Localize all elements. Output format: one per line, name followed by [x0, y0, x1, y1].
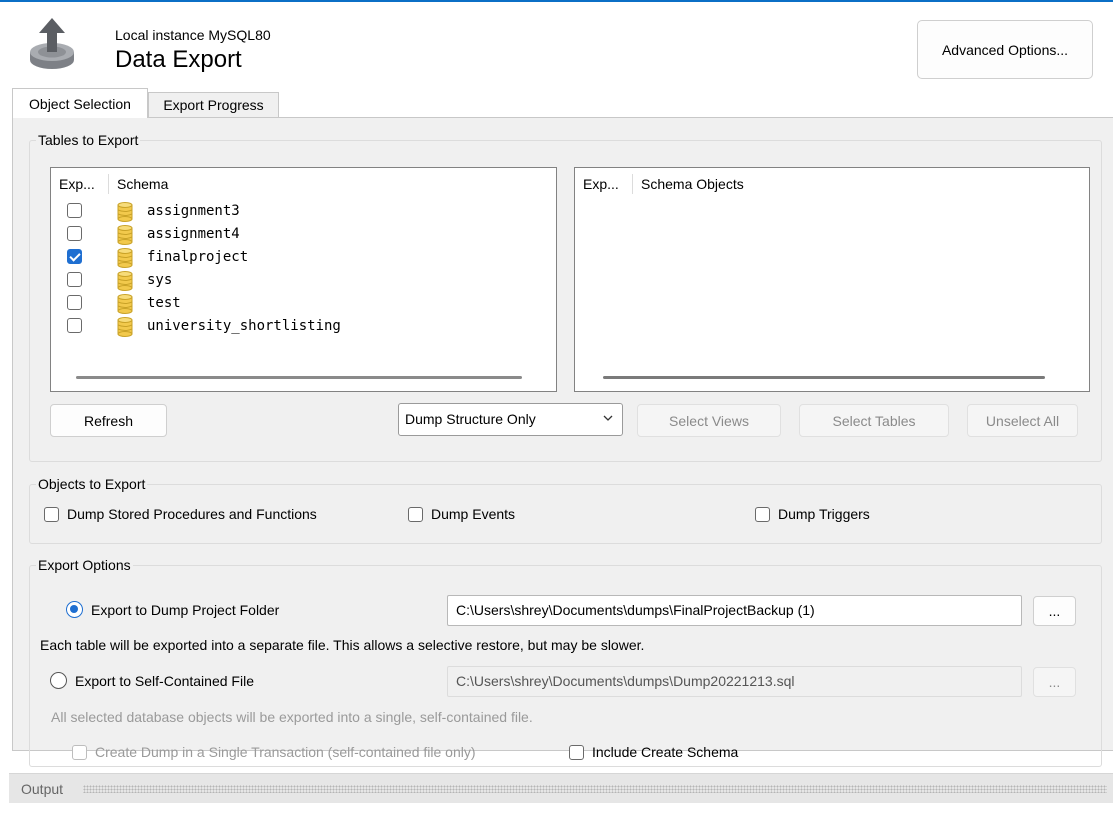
export-options-legend: Export Options	[38, 557, 131, 573]
select-tables-button[interactable]: Select Tables	[799, 404, 949, 437]
dump-mode-select[interactable]: Dump Structure Only	[398, 403, 623, 436]
page-title: Data Export	[115, 46, 242, 73]
dump-events-checkbox[interactable]	[408, 506, 423, 522]
dump-procedures-option[interactable]: Dump Stored Procedures and Functions	[44, 506, 317, 522]
single-transaction-label: Create Dump in a Single Transaction (sel…	[95, 744, 476, 760]
dump-events-label: Dump Events	[431, 506, 516, 522]
column-separator	[632, 174, 633, 194]
database-icon	[117, 225, 133, 245]
export-folder-radio[interactable]	[66, 601, 83, 618]
schema-objects-column-header[interactable]: Schema Objects	[641, 176, 744, 192]
dump-procedures-label: Dump Stored Procedures and Functions	[67, 506, 317, 522]
browse-file-button[interactable]: ...	[1033, 667, 1076, 697]
file-path-input[interactable]: C:\Users\shrey\Documents\dumps\Dump20221…	[447, 666, 1022, 697]
column-separator	[108, 174, 109, 194]
tables-to-export-legend: Tables to Export	[38, 132, 139, 148]
database-icon	[117, 248, 133, 268]
refresh-button[interactable]: Refresh	[50, 404, 167, 437]
export-column-header[interactable]: Exp...	[59, 176, 95, 192]
object-selection-panel: Tables to Export Exp... Schema assignmen…	[12, 117, 1113, 767]
export-options-group: Export Options	[29, 557, 1102, 767]
schema-objects-list[interactable]: Exp... Schema Objects	[574, 167, 1090, 392]
export-file-radio[interactable]	[50, 672, 67, 689]
database-icon	[117, 271, 133, 291]
output-panel-header[interactable]: Output	[9, 773, 1113, 803]
dump-events-option[interactable]: Dump Events	[408, 506, 515, 522]
export-database-icon	[30, 18, 74, 69]
schema-name: test	[147, 295, 181, 311]
dump-mode-value: Dump Structure Only	[405, 411, 536, 427]
schema-checkbox[interactable]	[67, 249, 82, 264]
schema-name: university_shortlisting	[147, 318, 341, 334]
schema-column-header[interactable]: Schema	[117, 176, 168, 192]
single-transaction-checkbox[interactable]	[72, 744, 87, 760]
folder-note: Each table will be exported into a separ…	[40, 637, 645, 653]
tab-export-progress[interactable]: Export Progress	[148, 92, 279, 118]
schema-checkbox[interactable]	[67, 226, 82, 241]
schema-name: assignment4	[147, 226, 240, 242]
schema-row[interactable]: test	[51, 292, 556, 315]
schema-checkbox[interactable]	[67, 318, 82, 333]
schema-row[interactable]: finalproject	[51, 246, 556, 269]
instance-name: Local instance MySQL80	[115, 27, 271, 43]
file-note: All selected database objects will be ex…	[51, 709, 533, 725]
browse-folder-button[interactable]: ...	[1033, 596, 1076, 626]
dump-triggers-checkbox[interactable]	[755, 506, 770, 522]
export-folder-option[interactable]: Export to Dump Project Folder	[66, 601, 279, 618]
include-schema-checkbox[interactable]	[569, 744, 584, 760]
schema-name: sys	[147, 272, 173, 288]
advanced-options-button[interactable]: Advanced Options...	[917, 20, 1093, 79]
resize-grip[interactable]	[83, 785, 1107, 793]
select-views-button[interactable]: Select Views	[637, 404, 781, 437]
dump-triggers-label: Dump Triggers	[778, 506, 870, 522]
tab-object-selection[interactable]: Object Selection	[12, 88, 148, 118]
schema-row[interactable]: assignment3	[51, 200, 556, 223]
export-file-label: Export to Self-Contained File	[75, 672, 254, 689]
dump-triggers-option[interactable]: Dump Triggers	[755, 506, 870, 522]
objects-to-export-legend: Objects to Export	[38, 476, 146, 492]
database-icon	[117, 294, 133, 314]
include-schema-label: Include Create Schema	[592, 744, 739, 760]
schema-name: assignment3	[147, 203, 240, 219]
schema-name: finalproject	[147, 249, 249, 265]
export-folder-label: Export to Dump Project Folder	[91, 601, 280, 618]
folder-path-input[interactable]: C:\Users\shrey\Documents\dumps\FinalProj…	[447, 595, 1022, 626]
horizontal-scrollbar[interactable]	[603, 376, 1045, 379]
single-transaction-option[interactable]: Create Dump in a Single Transaction (sel…	[72, 744, 476, 760]
include-schema-option[interactable]: Include Create Schema	[569, 744, 738, 760]
database-icon	[117, 317, 133, 337]
horizontal-scrollbar[interactable]	[76, 376, 522, 379]
schema-list[interactable]: Exp... Schema assignment3 assignment4 fi…	[50, 167, 557, 392]
output-label: Output	[21, 781, 64, 797]
header: Local instance MySQL80 Data Export Advan…	[0, 2, 1113, 90]
unselect-all-button[interactable]: Unselect All	[967, 404, 1078, 437]
schema-row[interactable]: assignment4	[51, 223, 556, 246]
database-icon	[117, 202, 133, 222]
export-file-option[interactable]: Export to Self-Contained File	[50, 672, 254, 689]
chevron-down-icon	[603, 415, 613, 421]
schema-row[interactable]: university_shortlisting	[51, 315, 556, 338]
schema-checkbox[interactable]	[67, 295, 82, 310]
schema-checkbox[interactable]	[67, 272, 82, 287]
schema-checkbox[interactable]	[67, 203, 82, 218]
dump-procedures-checkbox[interactable]	[44, 506, 59, 522]
schema-row[interactable]: sys	[51, 269, 556, 292]
export-column-header[interactable]: Exp...	[583, 176, 619, 192]
